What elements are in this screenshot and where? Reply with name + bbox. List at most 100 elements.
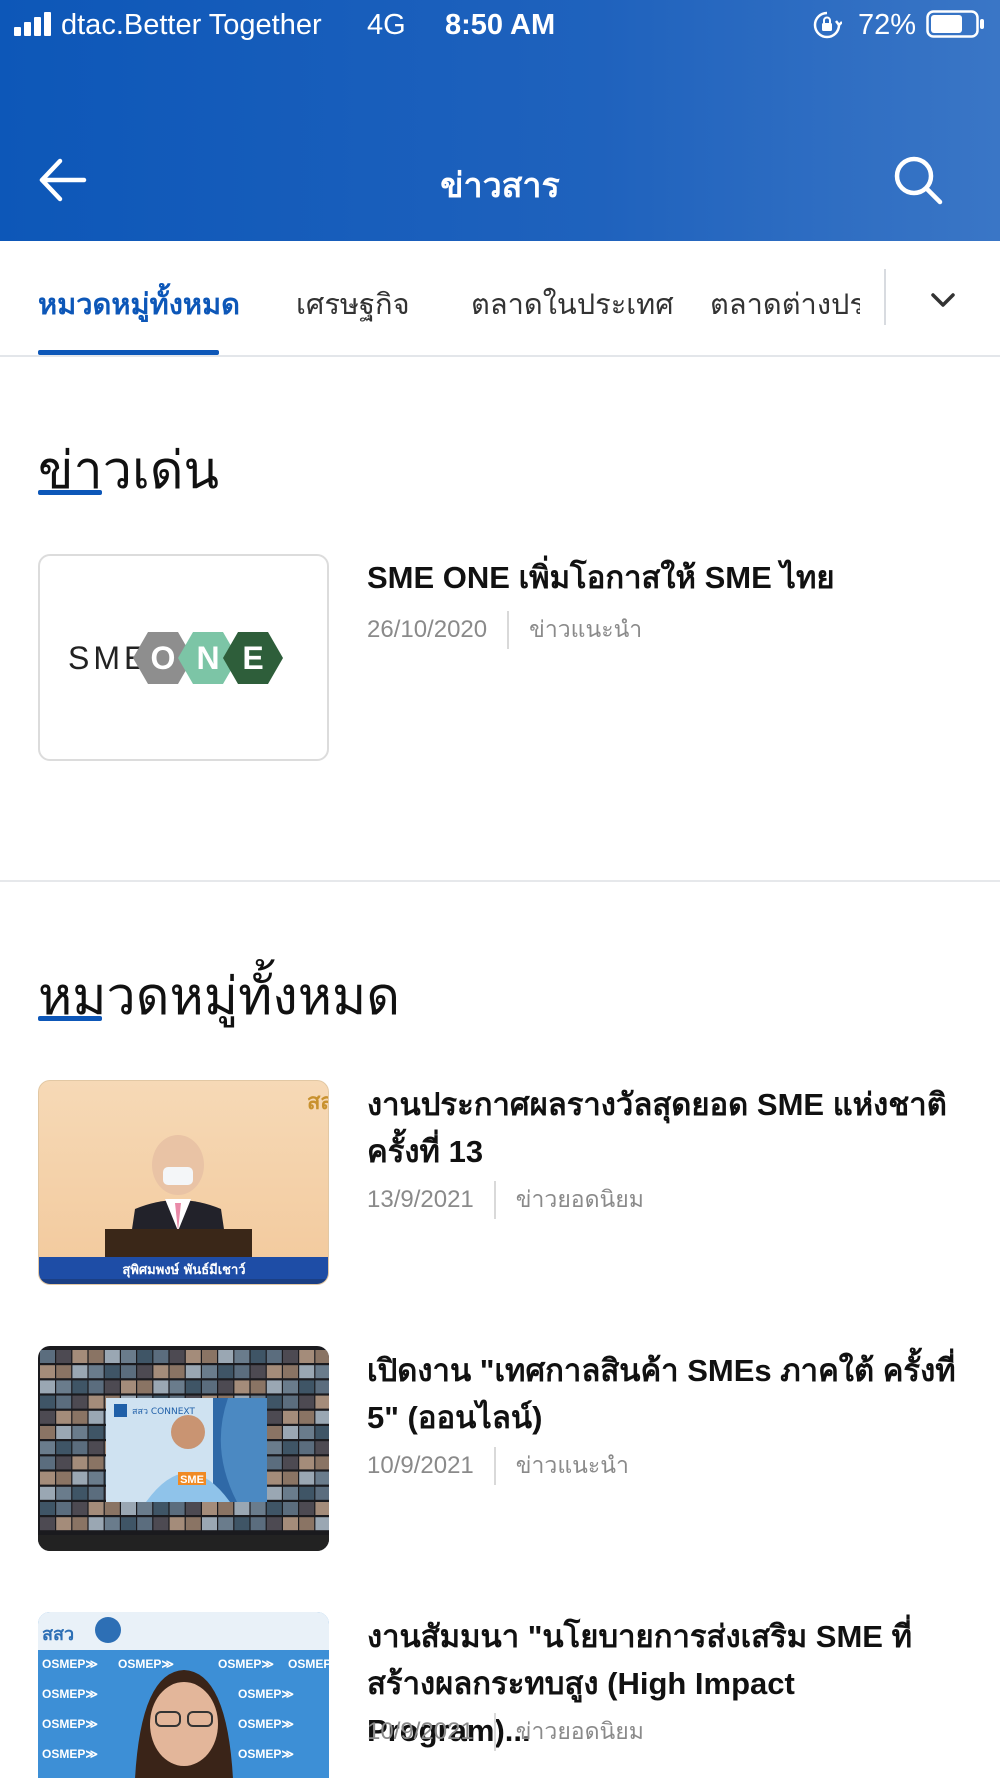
participant-tile	[283, 1517, 298, 1531]
svg-text:OSMEP≫: OSMEP≫	[42, 1687, 98, 1701]
participant-tile	[72, 1441, 88, 1455]
meta-separator	[507, 611, 510, 649]
participant-tile	[218, 1380, 234, 1394]
participant-tile	[88, 1380, 104, 1394]
participant-tile	[40, 1456, 55, 1470]
participant-tile	[299, 1395, 315, 1409]
participant-tile	[56, 1410, 72, 1424]
participant-tile	[169, 1502, 185, 1515]
battery-percentage: 72%	[858, 9, 917, 41]
participant-tile	[72, 1502, 88, 1515]
participant-tile	[283, 1486, 298, 1500]
participant-tile	[266, 1426, 282, 1439]
signal-strength-icon	[14, 12, 54, 36]
battery-icon	[926, 10, 984, 38]
tab-all-categories[interactable]: หมวดหมู่ทั้งหมด	[38, 281, 240, 327]
news-meta-high-impact-seminar: 10/9/2021 ข่าวยอดนิยม	[367, 1712, 644, 1752]
news-date: 13/9/2021	[367, 1186, 474, 1213]
participant-tile	[315, 1395, 329, 1409]
participant-tile	[40, 1486, 55, 1500]
participant-tile	[315, 1486, 329, 1500]
network-type: 4G	[367, 9, 406, 41]
participant-tile	[72, 1365, 88, 1379]
participant-tile	[315, 1410, 329, 1424]
participant-tile	[299, 1517, 315, 1531]
participant-tile	[88, 1517, 104, 1531]
participant-tile	[169, 1517, 185, 1531]
participant-tile	[88, 1486, 104, 1500]
participant-tile	[121, 1365, 136, 1379]
svg-text:สสว CONNEXT: สสว CONNEXT	[132, 1407, 195, 1417]
participant-tile	[315, 1380, 329, 1394]
section-divider	[0, 880, 1000, 882]
video-conference-photo: SME สสว CONNEXT	[38, 1350, 329, 1551]
active-tab-indicator	[38, 350, 219, 355]
news-thumbnail-south-sme-fair[interactable]: SME สสว CONNEXT	[38, 1346, 329, 1551]
participant-tile	[283, 1471, 298, 1485]
svg-text:OSMEP≫: OSMEP≫	[118, 1657, 174, 1671]
participant-tile	[121, 1517, 136, 1531]
participant-tile	[104, 1350, 120, 1363]
participant-tile	[283, 1426, 298, 1439]
news-meta-south-sme-fair: 10/9/2021 ข่าวแนะนำ	[367, 1446, 629, 1486]
meta-separator	[493, 1447, 496, 1485]
participant-tile	[137, 1350, 153, 1363]
participant-tile	[185, 1502, 201, 1515]
participant-tile	[88, 1426, 104, 1439]
participant-tile	[153, 1365, 169, 1379]
svg-text:OSMEP≫: OSMEP≫	[42, 1717, 98, 1731]
participant-tile	[299, 1456, 315, 1470]
participant-tile	[40, 1517, 55, 1531]
participant-tile	[283, 1502, 298, 1515]
participant-tile	[266, 1456, 282, 1470]
participant-tile	[315, 1365, 329, 1379]
chevron-down-icon[interactable]	[920, 277, 966, 323]
sme-one-logo-thumbnail[interactable]: SME O N E	[38, 554, 329, 761]
carrier-name: dtac.Better Together	[61, 9, 322, 41]
participant-tile	[72, 1395, 88, 1409]
participant-tile	[40, 1426, 55, 1439]
participant-tile	[137, 1365, 153, 1379]
participant-tile	[250, 1517, 266, 1531]
participant-tile	[40, 1441, 55, 1455]
participant-tile	[283, 1410, 298, 1424]
participant-tile	[315, 1502, 329, 1515]
news-thumbnail-award-ceremony[interactable]: สส สุพิศมพงษ์ พันธ์มีเชาว์	[38, 1080, 329, 1285]
status-time: 8:50 AM	[445, 9, 556, 41]
participant-tile	[266, 1471, 282, 1485]
participant-tile	[121, 1502, 136, 1515]
featured-news-meta: 26/10/2020 ข่าวแนะนำ	[367, 610, 642, 650]
participant-tile	[88, 1350, 104, 1363]
category-tabs: หมวดหมู่ทั้งหมด เศรษฐกิจ ตลาดในประเทศ ตล…	[0, 241, 1000, 357]
svg-text:OSMEP≫: OSMEP≫	[218, 1657, 274, 1671]
news-thumbnail-high-impact-seminar[interactable]: สสว OSMEP≫ OSMEP≫ OSMEP≫ OSMEP≫ OSMEP≫ O…	[38, 1612, 329, 1778]
app-header: dtac.Better Together 4G 8:50 AM 72% ข่าว…	[0, 0, 1000, 241]
participant-tile	[283, 1365, 298, 1379]
news-title-award-ceremony[interactable]: งานประกาศผลรางวัลสุดยอด SME แห่งชาติ ครั…	[367, 1081, 957, 1175]
status-bar: dtac.Better Together 4G 8:50 AM 72%	[0, 0, 1000, 52]
participant-tile	[202, 1365, 217, 1379]
participant-tile	[40, 1365, 55, 1379]
participant-tile	[56, 1426, 72, 1439]
featured-news-title[interactable]: SME ONE เพิ่มโอกาสให้ SME ไทย	[367, 554, 957, 601]
participant-tile	[250, 1350, 266, 1363]
participant-tile	[153, 1350, 169, 1363]
news-date: 10/9/2021	[367, 1452, 474, 1479]
tab-domestic-market[interactable]: ตลาดในประเทศ	[471, 281, 674, 327]
rotation-lock-icon	[813, 11, 842, 39]
participant-tile	[121, 1380, 136, 1394]
tab-economy[interactable]: เศรษฐกิจ	[296, 281, 410, 327]
participant-tile	[56, 1486, 72, 1500]
participant-tile	[40, 1502, 55, 1515]
search-icon[interactable]	[890, 152, 946, 208]
participant-tile	[315, 1456, 329, 1470]
award-ceremony-photo: สส สุพิศมพงษ์ พันธ์มีเชาว์	[39, 1089, 328, 1284]
participant-tile	[153, 1380, 169, 1394]
participant-tile	[250, 1502, 266, 1515]
participant-tile	[315, 1350, 329, 1363]
news-title-south-sme-fair[interactable]: เปิดงาน "เทศกาลสินค้า SMEs ภาคใต้ ครั้งท…	[367, 1347, 957, 1441]
participant-tile	[315, 1441, 329, 1455]
participant-tile	[234, 1517, 250, 1531]
participant-tile	[153, 1517, 169, 1531]
participant-tile	[137, 1502, 153, 1515]
